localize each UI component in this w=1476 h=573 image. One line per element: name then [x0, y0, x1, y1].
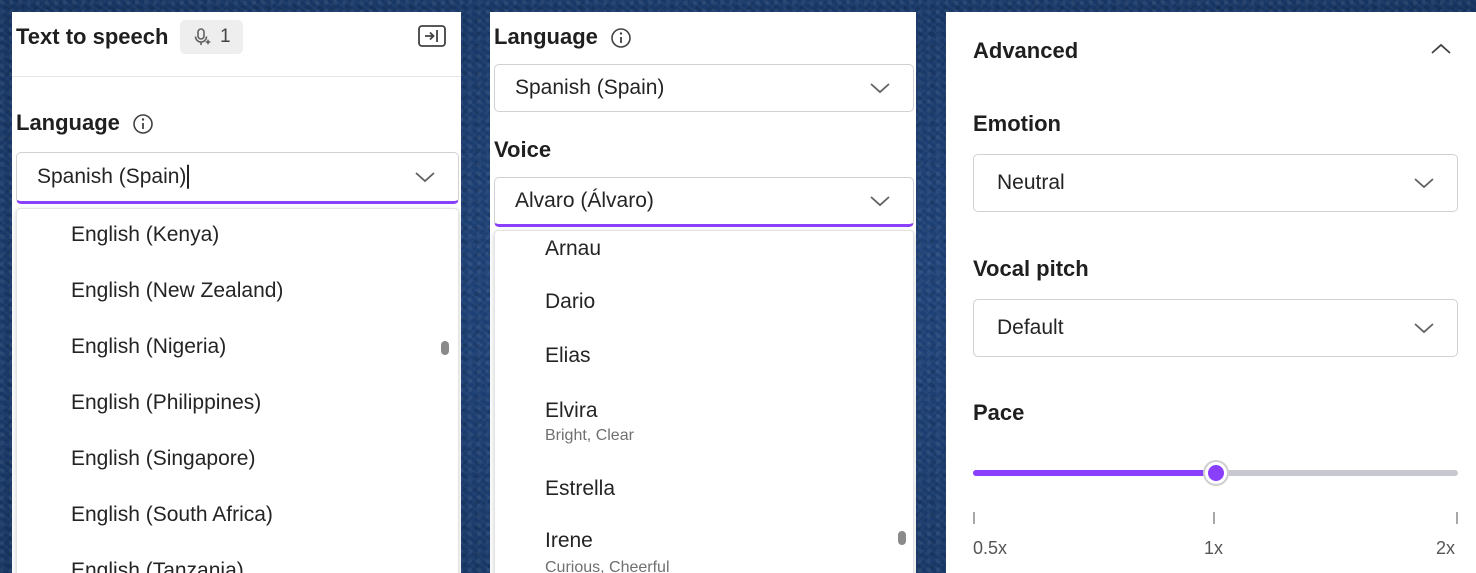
language-option[interactable]: English (Kenya): [17, 209, 458, 265]
voice-select-value[interactable]: Alvaro (Álvaro): [515, 189, 654, 213]
emotion-select-value[interactable]: Neutral: [997, 171, 1065, 195]
advanced-settings-panel: Advanced Emotion Neutral Vocal pitch Def…: [946, 12, 1476, 573]
pace-mid-label: 1x: [1204, 538, 1224, 558]
language-label-text: Language: [16, 110, 120, 135]
chevron-up-icon[interactable]: [1430, 42, 1452, 56]
emotion-select[interactable]: Neutral: [973, 154, 1458, 212]
voice-dropdown: Arnau Dario Elias Elvira Bright, Clear E…: [494, 230, 914, 573]
language-select-value[interactable]: Spanish (Spain): [37, 164, 190, 190]
voice-name: Elias: [545, 344, 591, 367]
voice-settings-panel: Language Spanish (Spain) Voice Alvaro (Á…: [490, 12, 916, 573]
voice-description: Curious, Cheerful: [545, 559, 670, 573]
emotion-label: Emotion: [973, 111, 1061, 136]
panel-title: Text to speech: [16, 24, 169, 49]
text-to-speech-panel: Text to speech 1 Language Spanish (Spain…: [12, 12, 461, 573]
voice-name: Irene: [545, 529, 593, 552]
chevron-down-icon[interactable]: [414, 170, 436, 184]
chevron-down-icon[interactable]: [869, 194, 891, 208]
voice-option[interactable]: Arnau: [495, 231, 913, 275]
chevron-down-icon[interactable]: [1413, 321, 1435, 335]
chevron-down-icon[interactable]: [869, 81, 891, 95]
chevron-down-icon[interactable]: [1413, 176, 1435, 190]
pace-tick: [973, 512, 975, 524]
panel-collapse-icon[interactable]: [417, 24, 447, 48]
language-select[interactable]: Spanish (Spain): [16, 152, 459, 204]
info-icon[interactable]: [610, 27, 632, 49]
voice-name: Estrella: [545, 477, 616, 500]
pace-tick: [1456, 512, 1458, 524]
dropdown-scrollbar[interactable]: [441, 341, 449, 355]
voice-option[interactable]: Estrella: [495, 457, 913, 517]
pace-min-label: 0.5x: [973, 538, 1008, 558]
vocal-pitch-label: Vocal pitch: [973, 256, 1089, 281]
dropdown-scrollbar[interactable]: [898, 531, 906, 545]
pace-label: Pace: [973, 400, 1025, 425]
voice-option[interactable]: Elvira Bright, Clear: [495, 387, 913, 457]
option-text: English (South Africa): [71, 503, 273, 526]
pace-slider[interactable]: [973, 458, 1458, 488]
language-option[interactable]: English (Philippines): [17, 377, 458, 433]
voice-name: Elvira: [545, 399, 598, 422]
language-label: Language: [494, 24, 632, 50]
language-label-text: Language: [494, 24, 598, 49]
option-text: English (Tanzania): [71, 559, 244, 573]
voice-option[interactable]: Irene Curious, Cheerful: [495, 519, 913, 573]
pace-slider-thumb[interactable]: [1203, 460, 1229, 486]
option-text: English (Philippines): [71, 391, 262, 414]
option-text: English (Nigeria): [71, 335, 227, 358]
language-option[interactable]: English (New Zealand): [17, 265, 458, 321]
language-select[interactable]: Spanish (Spain): [494, 64, 914, 112]
language-option[interactable]: English (Tanzania): [17, 545, 458, 573]
language-option[interactable]: English (Singapore): [17, 433, 458, 489]
pace-slider-fill: [973, 470, 1216, 476]
pace-max-label: 2x: [1436, 538, 1456, 558]
voice-count: 1: [220, 26, 231, 47]
voice-name: Arnau: [545, 237, 602, 260]
voice-option[interactable]: Elias: [495, 331, 913, 385]
language-dropdown: English (Kenya) English (New Zealand) En…: [16, 208, 459, 573]
text-caret: [187, 165, 190, 190]
voice-count-badge[interactable]: 1: [180, 20, 243, 54]
option-text: English (Singapore): [71, 447, 256, 470]
voice-select[interactable]: Alvaro (Álvaro): [494, 177, 914, 227]
advanced-section-title: Advanced: [973, 38, 1079, 63]
language-select-value[interactable]: Spanish (Spain): [515, 76, 664, 100]
voice-description: Bright, Clear: [545, 427, 634, 444]
mic-sparkle-icon: [194, 28, 211, 45]
language-label: Language: [16, 110, 154, 136]
info-icon[interactable]: [132, 113, 154, 135]
option-text: English (Kenya): [71, 223, 220, 246]
vocal-pitch-select-value[interactable]: Default: [997, 316, 1064, 340]
language-select-text: Spanish (Spain): [37, 164, 187, 188]
voice-option[interactable]: Dario: [495, 277, 913, 331]
voice-name: Dario: [545, 290, 596, 313]
header-divider: [12, 76, 461, 77]
option-text: English (New Zealand): [71, 279, 284, 302]
voice-label: Voice: [494, 137, 552, 162]
language-option[interactable]: English (Nigeria): [17, 321, 458, 377]
pace-tick: [1213, 512, 1215, 524]
language-option[interactable]: English (South Africa): [17, 489, 458, 545]
vocal-pitch-select[interactable]: Default: [973, 299, 1458, 357]
